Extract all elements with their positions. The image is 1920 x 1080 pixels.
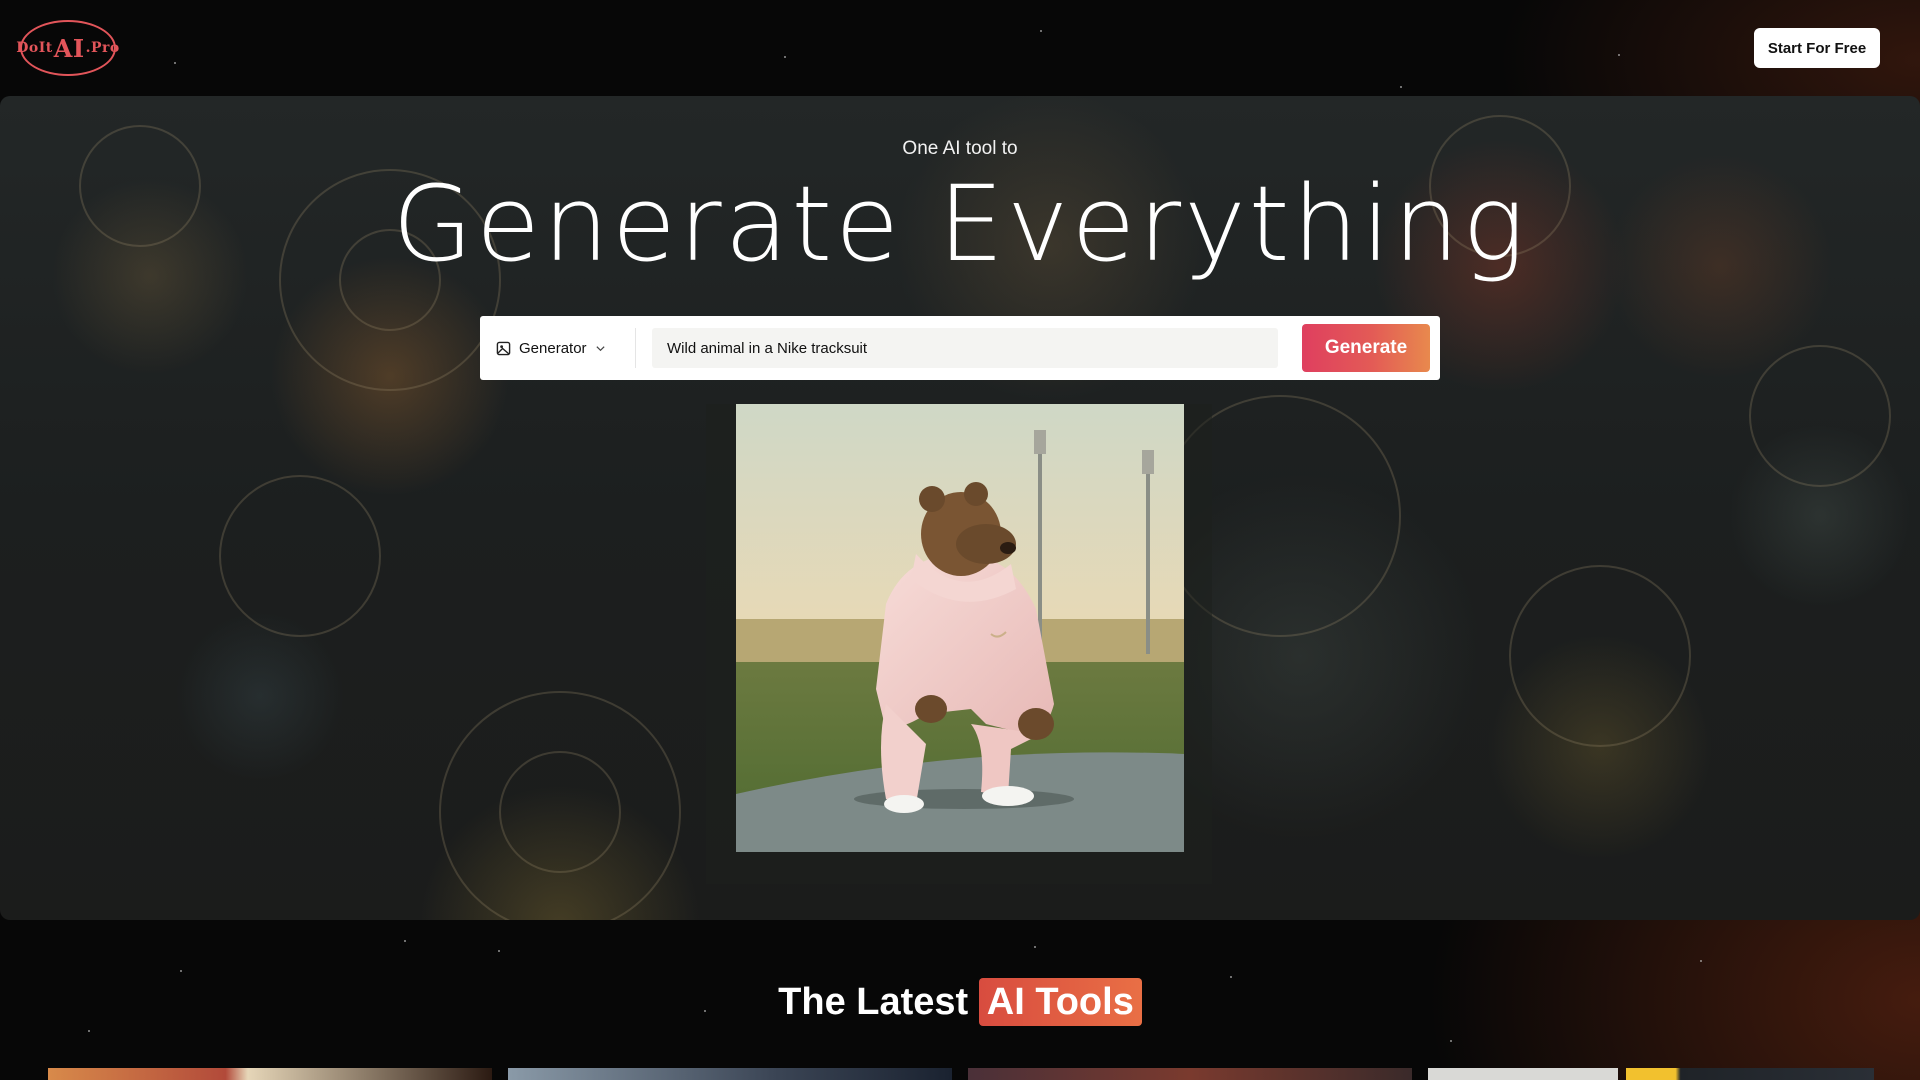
logo-text-right: .Pro <box>85 40 120 56</box>
generate-bar: Generator Generate <box>480 316 1440 380</box>
tool-card[interactable] <box>968 1068 1412 1080</box>
tool-card[interactable] <box>48 1068 492 1080</box>
tool-card[interactable] <box>508 1068 952 1080</box>
latest-heading-prefix: The Latest <box>778 981 969 1023</box>
logo-text-left: DoIt <box>16 40 53 56</box>
logo-text-big: AI <box>53 33 85 63</box>
carousel-slide-image <box>736 404 1184 852</box>
hero-title: Generate Everything <box>392 163 1528 285</box>
site-header: DoIt AI .Pro Start For Free <box>0 0 1920 96</box>
tool-card[interactable] <box>1626 1068 1874 1080</box>
hero-subtitle: One AI tool to <box>902 138 1018 159</box>
tool-card[interactable] <box>1428 1068 1618 1080</box>
generate-button[interactable]: Generate <box>1302 324 1430 372</box>
mode-select[interactable]: Generator <box>480 328 636 368</box>
latest-heading-highlight: AI Tools <box>978 978 1142 1026</box>
image-icon <box>496 341 511 355</box>
tool-cards-row <box>48 1068 1878 1080</box>
chevron-down-icon <box>595 345 605 351</box>
prompt-input[interactable] <box>652 328 1278 368</box>
mode-select-value: Generator <box>519 339 587 357</box>
start-for-free-button[interactable]: Start For Free <box>1754 28 1880 68</box>
latest-ai-tools-heading: The Latest AI Tools <box>0 978 1920 1026</box>
site-logo[interactable]: DoIt AI .Pro <box>16 20 119 76</box>
